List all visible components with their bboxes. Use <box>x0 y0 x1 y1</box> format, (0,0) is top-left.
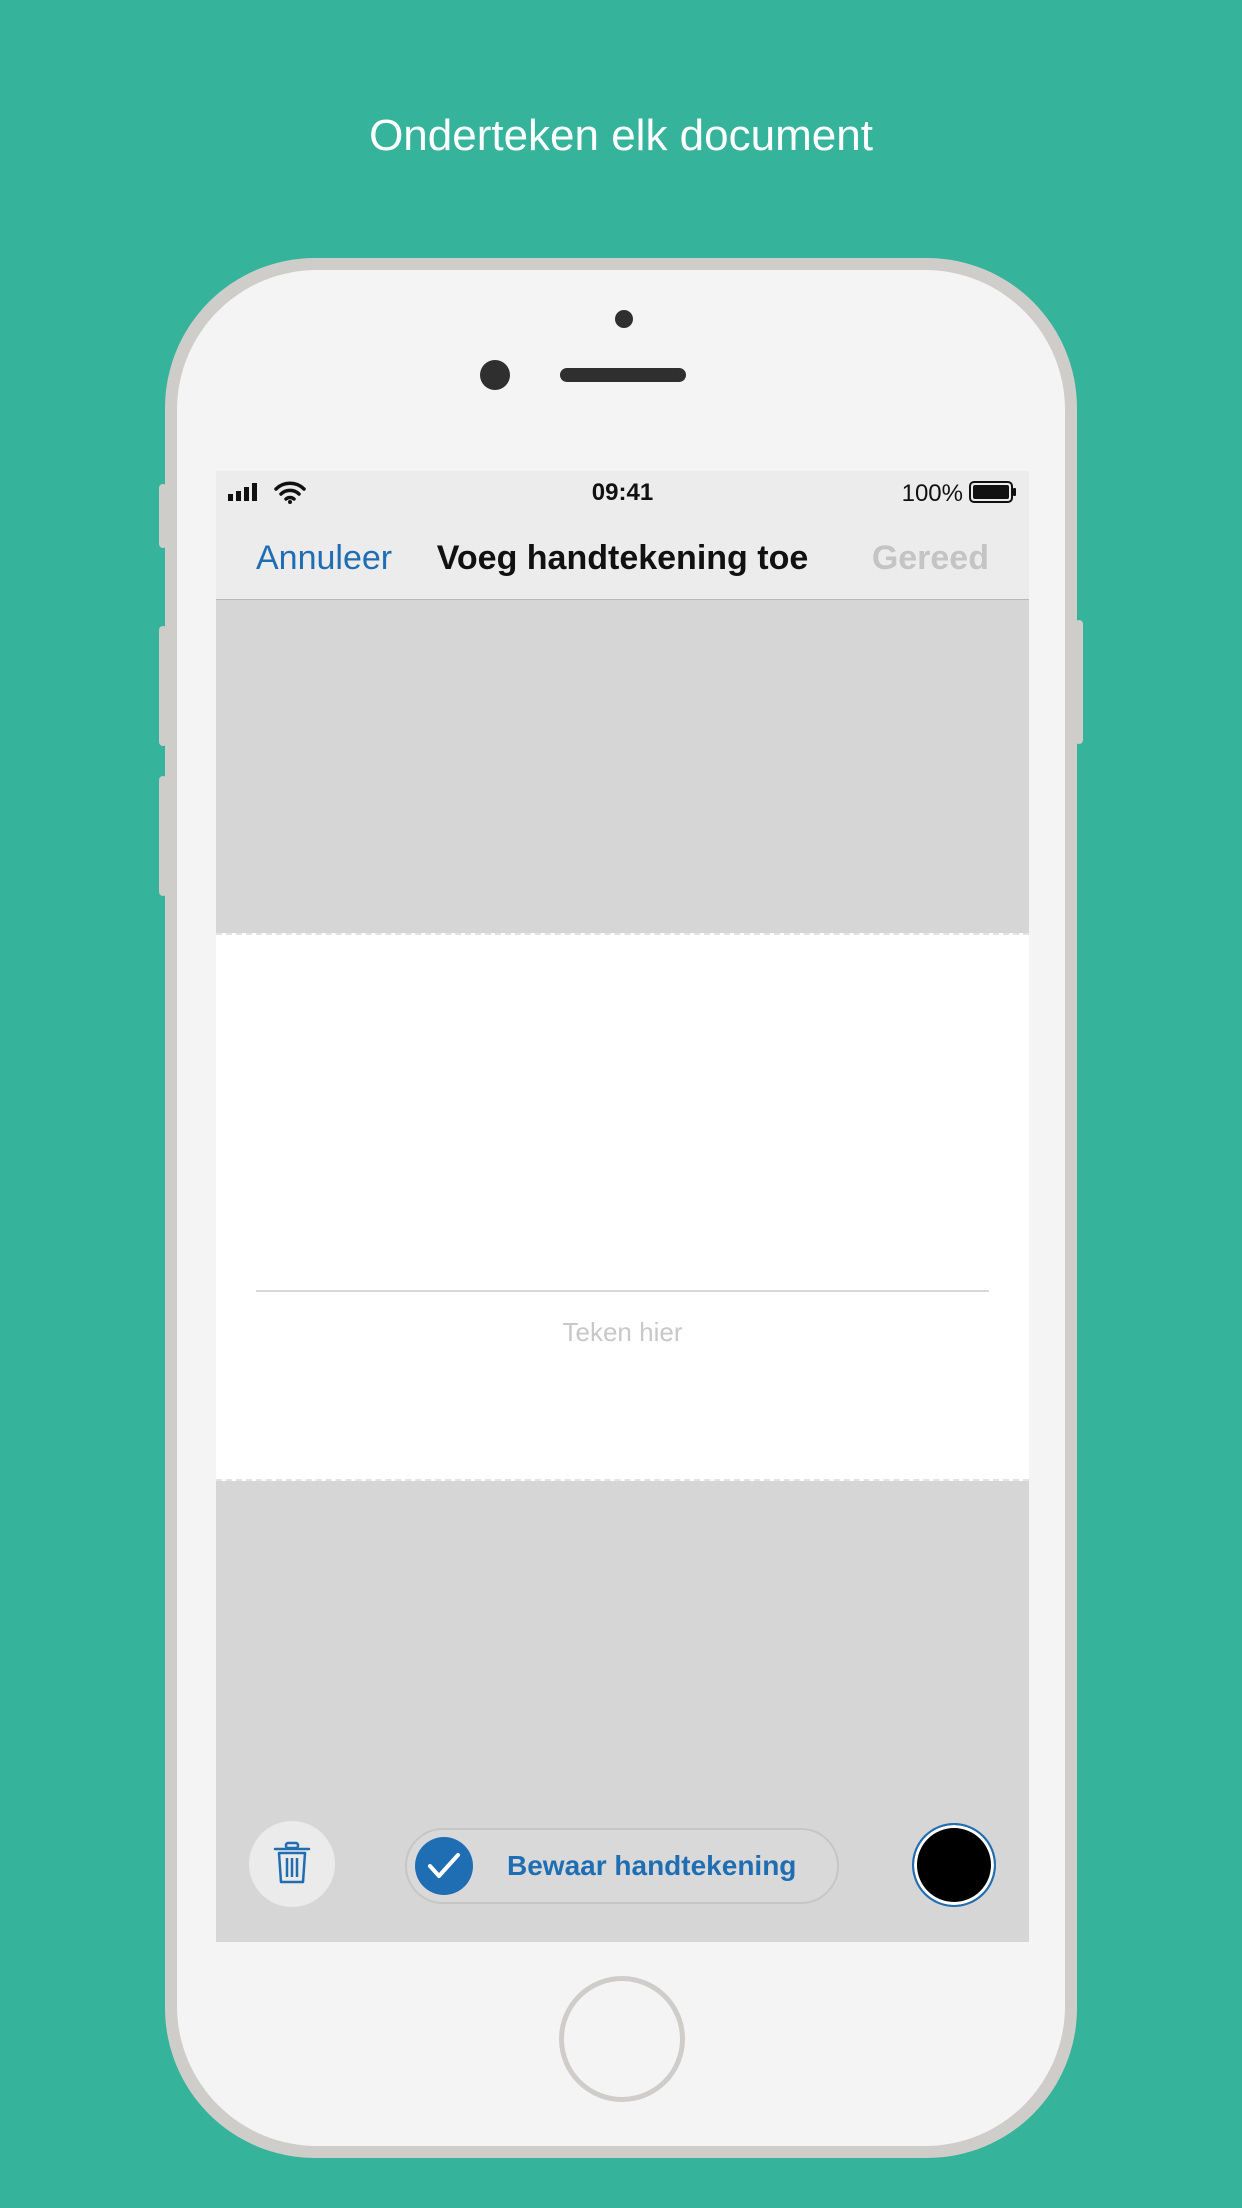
signature-line <box>256 1290 989 1292</box>
earpiece-speaker <box>560 368 686 382</box>
status-bar: 09:41 100% <box>216 471 1029 515</box>
headline: Onderteken elk document <box>369 111 873 160</box>
checkmark-icon <box>428 1853 460 1878</box>
done-button[interactable]: Gereed <box>872 539 989 578</box>
backdrop-top <box>216 600 1029 933</box>
battery-icon <box>969 481 1016 503</box>
home-button[interactable] <box>559 1976 685 2102</box>
mute-switch <box>159 484 167 548</box>
ink-color-button[interactable] <box>912 1823 996 1907</box>
clear-signature-button[interactable] <box>249 1821 335 1907</box>
volume-up-button <box>159 626 167 746</box>
signature-toolbar: Bewaar handtekening <box>216 1481 1029 1942</box>
trash-icon <box>273 1841 311 1884</box>
front-camera <box>480 360 510 390</box>
navigation-bar: Annuleer Voeg handtekening toe Gereed <box>216 515 1029 600</box>
signature-hint: Teken hier <box>562 1317 683 1347</box>
signature-canvas[interactable]: Teken hier <box>216 933 1029 1481</box>
app-screen: 09:41 100% Annuleer Voeg handtekening to… <box>216 471 1029 1942</box>
save-signature-label: Bewaar handtekening <box>507 1850 797 1881</box>
save-signature-toggle[interactable]: Bewaar handtekening <box>405 1828 839 1904</box>
checkmark-badge <box>415 1837 473 1895</box>
volume-down-button <box>159 776 167 896</box>
power-button <box>1075 620 1083 744</box>
proximity-sensor <box>615 310 633 328</box>
battery-percent: 100% <box>901 480 963 507</box>
